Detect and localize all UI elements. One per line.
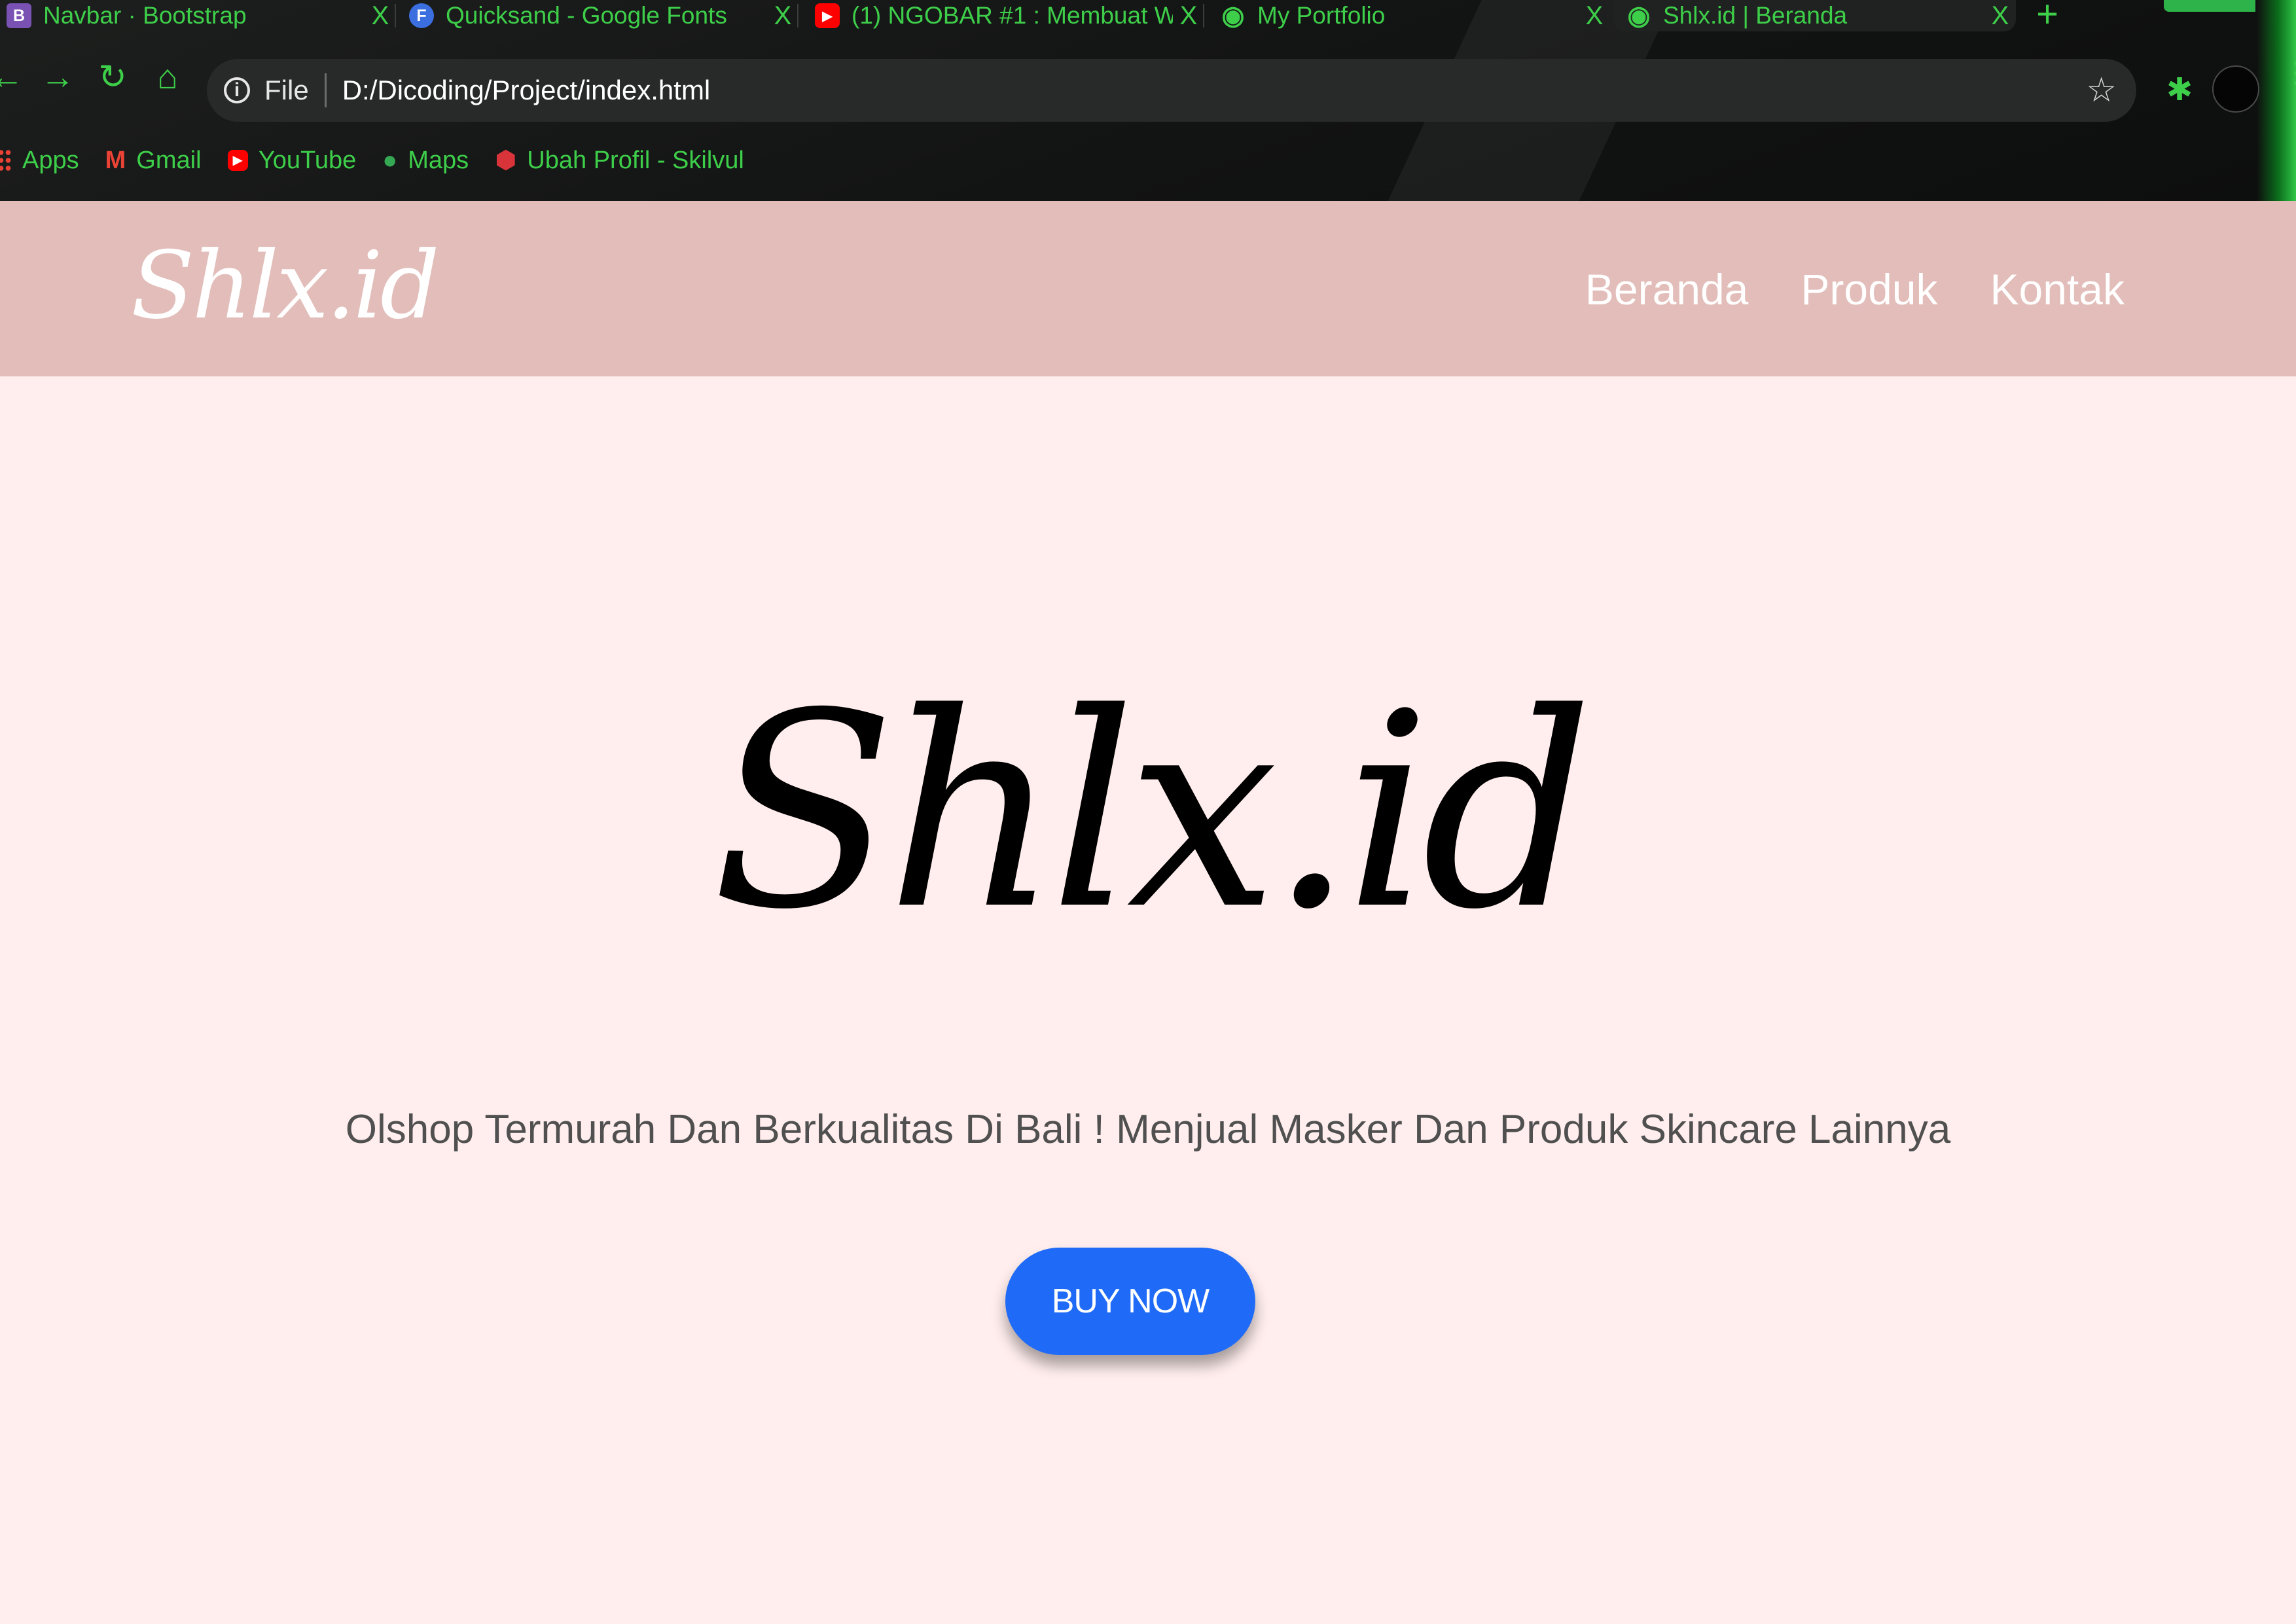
browser-chrome: B Navbar · Bootstrap X F Quicksand - Goo… bbox=[0, 0, 2296, 201]
google-fonts-icon: F bbox=[409, 3, 434, 28]
new-tab-button[interactable]: + bbox=[2028, 0, 2067, 33]
tab-strip: B Navbar · Bootstrap X F Quicksand - Goo… bbox=[0, 0, 2296, 37]
nav-link-kontak[interactable]: Kontak bbox=[1990, 264, 2125, 314]
tab-title: (1) NGOBAR #1 : Membuat Web bbox=[852, 2, 1173, 29]
reload-icon[interactable]: ↻ bbox=[92, 56, 134, 98]
menu-dots-icon[interactable]: ⋮ bbox=[2282, 59, 2296, 109]
apps-grid-icon bbox=[0, 149, 12, 172]
tab-close-icon[interactable]: X bbox=[767, 1, 798, 31]
navbar-brand[interactable]: Shlx.id bbox=[131, 221, 440, 352]
bootstrap-icon: B bbox=[7, 3, 31, 28]
buy-now-button[interactable]: BUY NOW bbox=[1005, 1248, 1255, 1355]
bookmark-label: YouTube bbox=[258, 146, 357, 174]
maps-pin-icon: ● bbox=[382, 147, 398, 174]
tab-title: Shlx.id | Beranda bbox=[1663, 2, 1848, 29]
home-icon[interactable]: ⌂ bbox=[147, 56, 188, 98]
bookmark-apps[interactable]: Apps bbox=[0, 136, 79, 185]
tab-title: Navbar · Bootstrap bbox=[43, 2, 247, 29]
bookmark-label: Apps bbox=[22, 146, 79, 174]
tab-my-portfolio[interactable]: ◉ My Portfolio X bbox=[1208, 0, 1610, 31]
tab-title: Quicksand - Google Fonts bbox=[446, 2, 727, 29]
browser-toolbar: ← → ↻ ⌂ i File D:/Dicoding/Project/index… bbox=[0, 46, 2296, 122]
tab-navbar-bootstrap[interactable]: B Navbar · Bootstrap X bbox=[0, 0, 396, 31]
forward-arrow-icon[interactable]: → bbox=[37, 56, 79, 98]
globe-icon: ◉ bbox=[1627, 1, 1651, 30]
window-controls[interactable] bbox=[2164, 0, 2255, 12]
address-bar[interactable]: i File D:/Dicoding/Project/index.html ☆ bbox=[207, 59, 2136, 122]
back-arrow-icon[interactable]: ← bbox=[0, 56, 27, 98]
youtube-icon: ▶ bbox=[815, 3, 840, 28]
url-text[interactable]: D:/Dicoding/Project/index.html bbox=[342, 75, 2087, 106]
tab-quicksand-google-fonts[interactable]: F Quicksand - Google Fonts X bbox=[396, 0, 798, 31]
info-icon[interactable]: i bbox=[224, 77, 250, 103]
nav-links: Beranda Produk Kontak bbox=[1533, 247, 2125, 332]
profile-avatar[interactable] bbox=[2212, 65, 2259, 113]
tab-close-icon[interactable]: X bbox=[365, 1, 396, 31]
site-navbar: Shlx.id Beranda Produk Kontak bbox=[0, 201, 2296, 376]
bookmark-skilvul[interactable]: ⬢ Ubah Profil - Skilvul bbox=[495, 136, 744, 185]
tab-close-icon[interactable]: X bbox=[1579, 1, 1610, 31]
extensions-puzzle-icon[interactable]: ✱ bbox=[2160, 71, 2199, 110]
bookmark-star-icon[interactable]: ☆ bbox=[2086, 71, 2117, 110]
bookmark-maps[interactable]: ● Maps bbox=[382, 136, 469, 185]
gmail-icon: M bbox=[105, 147, 126, 174]
skilvul-icon: ⬢ bbox=[495, 147, 517, 174]
hero-title: Shlx.id bbox=[711, 655, 1593, 968]
globe-icon: ◉ bbox=[1221, 1, 1245, 30]
tab-ngobar-youtube[interactable]: ▶ (1) NGOBAR #1 : Membuat Web X bbox=[802, 0, 1204, 31]
youtube-icon: ▶ bbox=[227, 150, 248, 171]
omnibox-divider bbox=[324, 73, 327, 107]
nav-link-beranda[interactable]: Beranda bbox=[1585, 264, 1749, 314]
tab-close-icon[interactable]: X bbox=[1173, 1, 1204, 31]
bookmark-youtube[interactable]: ▶ YouTube bbox=[227, 136, 357, 185]
bookmark-gmail[interactable]: M Gmail bbox=[105, 136, 202, 185]
nav-link-produk[interactable]: Produk bbox=[1801, 264, 1937, 314]
tab-shlx-beranda[interactable]: ◉ Shlx.id | Beranda X bbox=[1613, 0, 2016, 31]
bookmark-label: Maps bbox=[408, 146, 469, 174]
bookmarks-bar: Apps M Gmail ▶ YouTube ● Maps ⬢ Ubah Pro… bbox=[0, 136, 2296, 185]
scheme-label: File bbox=[264, 75, 309, 105]
bookmark-label: Gmail bbox=[136, 146, 202, 174]
hero-subtitle: Olshop Termurah Dan Berkualitas Di Bali … bbox=[345, 1107, 1951, 1152]
tab-title: My Portfolio bbox=[1257, 2, 1386, 29]
bookmark-label: Ubah Profil - Skilvul bbox=[527, 146, 744, 174]
tab-close-icon[interactable]: X bbox=[1984, 1, 2016, 31]
